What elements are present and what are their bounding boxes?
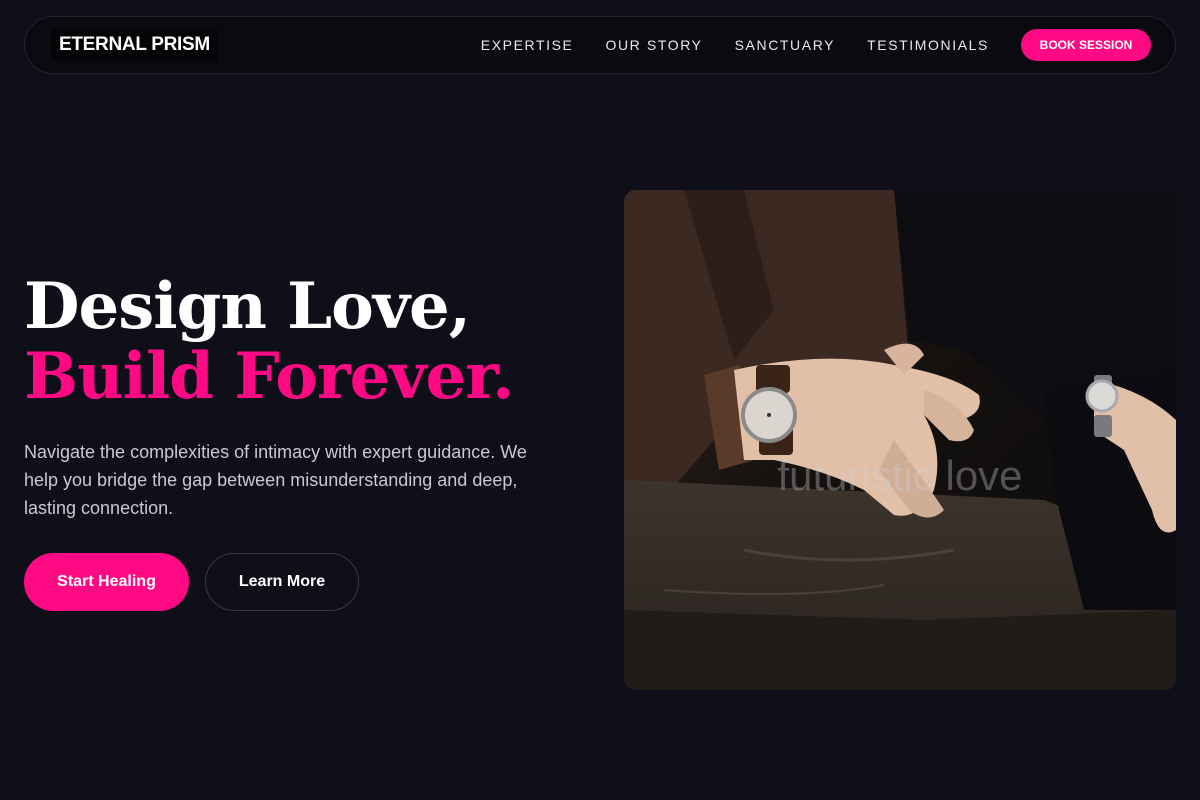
hero-title-line1: Design Love, [24,269,471,344]
start-healing-button[interactable]: Start Healing [24,553,189,611]
top-navbar: ETERNAL PRISM EXPERTISE OUR STORY SANCTU… [24,16,1176,74]
couple-hands-illustration [624,190,1176,690]
hero-title: Design Love, Build Forever. [24,269,514,414]
nav-link-expertise[interactable]: EXPERTISE [481,37,574,53]
hero-title-line2: Build Forever. [24,339,514,414]
hero-description: Navigate the complexities of intimacy wi… [24,442,527,518]
nav-links: EXPERTISE OUR STORY SANCTUARY TESTIMONIA… [481,17,989,73]
nav-link-testimonials[interactable]: TESTIMONIALS [867,37,989,53]
image-watermark: futuristic love [777,452,1023,499]
brand-logo[interactable]: ETERNAL PRISM [51,29,218,61]
nav-link-our-story[interactable]: OUR STORY [605,37,702,53]
hero-photo: futuristic love [624,190,1176,690]
book-session-button[interactable]: BOOK SESSION [1021,29,1151,61]
learn-more-button[interactable]: Learn More [205,553,359,611]
nav-link-sanctuary[interactable]: SANCTUARY [735,37,836,53]
